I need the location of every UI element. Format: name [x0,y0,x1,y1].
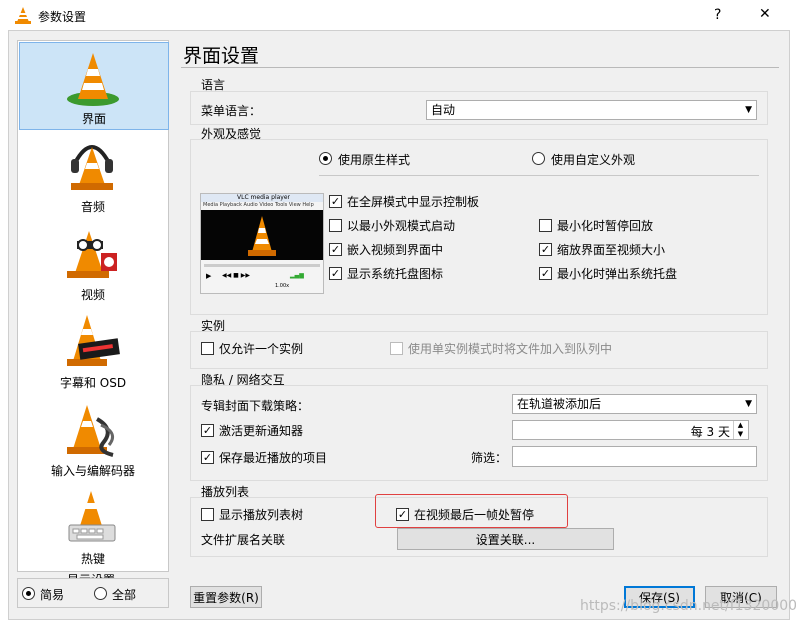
sidebar-item-hotkeys[interactable]: 热键 [19,483,167,569]
all-mode-radio[interactable] [94,587,107,600]
menu-language-label: 菜单语言： [201,104,262,118]
chevron-down-icon: ▼ [745,105,752,115]
reset-preferences-button[interactable]: 重置参数(R) [190,586,262,608]
vlc-logo-icon [15,7,31,24]
preview-video-area [201,210,323,260]
album-art-value: 在轨道被添加后 [517,397,602,411]
category-sidebar: 界面 音频 视频 字幕和 OSD 输入与编解码器 热键 [17,40,169,572]
album-art-label: 专辑封面下载策略： [201,399,310,413]
sidebar-item-label: 视频 [80,288,105,302]
preview-title: VLC media player [237,194,291,201]
preview-cone-icon [248,216,276,256]
minimal-view-checkbox[interactable] [329,219,342,232]
save-recent-label: 保存最近播放的项目 [219,451,328,465]
simple-mode-radio[interactable] [22,587,35,600]
pause-minimized-checkbox[interactable] [539,219,552,232]
video-cone-icon [67,231,117,278]
spin-arrows-icon[interactable]: ▲ ▼ [733,421,747,439]
audio-cone-icon [71,145,113,190]
native-style-label: 使用原生样式 [338,153,411,167]
update-notifier-label: 激活更新通知器 [219,424,304,438]
systray-popup-label: 最小化时弹出系统托盘 [557,267,678,281]
subtitles-cone-icon [67,315,120,366]
embed-video-label: 嵌入视频到界面中 [347,243,444,257]
window-title: 参数设置 [38,10,87,24]
one-instance-checkbox[interactable] [201,342,214,355]
sidebar-item-label: 输入与编解码器 [50,464,135,478]
sidebar-item-label: 字幕和 OSD [59,376,127,390]
show-settings-group: 简易 全部 [17,578,169,608]
pause-last-frame-checkbox[interactable]: ✓ [396,508,409,521]
resize-interface-label: 缩放界面至视频大小 [557,243,666,257]
custom-skin-label: 使用自定义外观 [551,153,636,167]
filter-input[interactable] [512,446,757,467]
sidebar-item-label: 音频 [80,200,105,214]
preview-time: 1.00x [275,283,290,289]
fullscreen-controller-checkbox[interactable]: ✓ [329,195,342,208]
custom-skin-radio[interactable] [532,152,545,165]
update-notifier-checkbox[interactable]: ✓ [201,424,214,437]
sidebar-item-interface[interactable]: 界面 [19,42,169,130]
systray-icon-label: 显示系统托盘图标 [347,267,444,281]
embed-video-checkbox[interactable]: ✓ [329,243,342,256]
appearance-divider [319,175,759,176]
interface-preview: VLC media player Media Playback Audio Vi… [200,193,324,294]
minimal-view-label: 以最小外观模式启动 [347,219,456,233]
menu-language-value: 自动 [431,103,456,117]
set-associations-button[interactable]: 设置关联... [397,528,614,550]
help-button[interactable]: ? [714,7,721,23]
close-button[interactable]: ✕ [759,6,771,22]
update-days-spinbox[interactable]: 每 3 天 ▲ ▼ [512,420,749,440]
file-ext-label: 文件扩展名关联 [201,533,286,547]
show-tree-checkbox[interactable] [201,508,214,521]
pause-last-frame-label: 在视频最后一帧处暂停 [414,508,535,522]
save-recent-checkbox[interactable]: ✓ [201,451,214,464]
enqueue-checkbox[interactable] [390,342,403,355]
sidebar-item-video[interactable]: 视频 [19,219,167,305]
native-style-radio[interactable] [319,152,332,165]
update-days-value: 每 3 天 [690,425,730,439]
sidebar-item-audio[interactable]: 音频 [19,131,167,217]
one-instance-label: 仅允许一个实例 [219,342,304,356]
enqueue-label: 使用单实例模式时将文件加入到队列中 [408,342,613,356]
title-divider [181,67,779,68]
input-codecs-cone-icon [67,405,115,457]
sidebar-item-subtitles-osd[interactable]: 字幕和 OSD [19,307,167,393]
menu-language-combo[interactable]: 自动 ▼ [426,100,757,120]
page-title: 界面设置 [183,45,260,67]
systray-icon-checkbox[interactable]: ✓ [329,267,342,280]
all-mode-label: 全部 [112,588,137,602]
fullscreen-controller-label: 在全屏模式中显示控制板 [347,195,480,209]
watermark: https://blog.csdn.net/f1320000 [580,598,796,614]
sidebar-item-label: 界面 [81,112,106,126]
preview-menubar: Media Playback Audio Video Tools View He… [203,202,314,208]
resize-interface-checkbox[interactable]: ✓ [539,243,552,256]
chevron-down-icon: ▼ [745,399,752,409]
preview-controls: ▶ ◀◀ ■ ▶▶ ▂▄▆ [206,272,304,280]
simple-mode-label: 简易 [40,588,65,602]
interface-cone-icon [67,53,119,106]
hotkeys-cone-icon [68,491,116,542]
pause-minimized-label: 最小化时暂停回放 [557,219,654,233]
filter-label: 筛选： [471,451,508,465]
systray-popup-checkbox[interactable]: ✓ [539,267,552,280]
title-bar: 参数设置 ? ✕ [0,0,796,30]
sidebar-item-input-codecs[interactable]: 输入与编解码器 [19,395,167,481]
show-tree-label: 显示播放列表树 [219,508,304,522]
sidebar-item-label: 热键 [80,552,105,566]
album-art-combo[interactable]: 在轨道被添加后 ▼ [512,394,757,414]
